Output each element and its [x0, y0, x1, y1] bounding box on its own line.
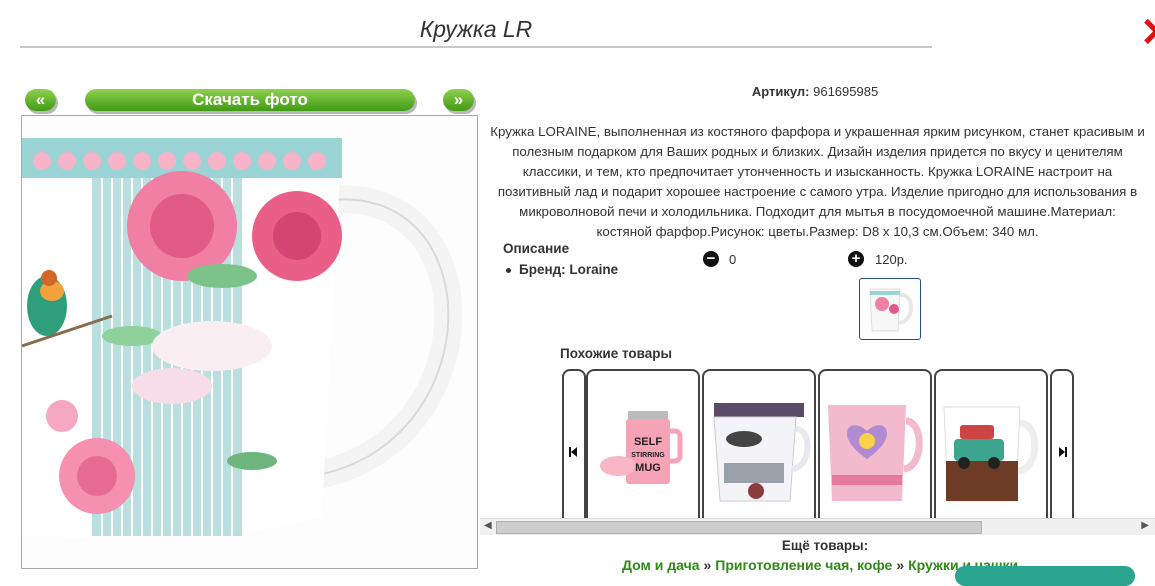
quantity-value: 0 — [729, 252, 737, 267]
bullet-icon — [506, 267, 511, 273]
brand-item: Бренд: Loraine — [506, 262, 618, 277]
close-icon[interactable]: ✕ — [1140, 13, 1155, 53]
download-photo-button[interactable]: Скачать фото — [85, 89, 415, 111]
scroll-left-icon[interactable]: ◀ — [484, 520, 492, 531]
breadcrumb-tea-coffee[interactable]: Приготовление чая, кофе — [715, 557, 892, 573]
minus-icon[interactable]: − — [703, 251, 719, 267]
similar-products-carousel: SELF STIRRING MUG — [562, 369, 1074, 521]
similar-products-title: Похожие товары — [560, 346, 673, 361]
brand-label: Бренд: Loraine — [519, 262, 619, 277]
price-value: 120р. — [875, 252, 908, 267]
product-description: Кружка LORAINE, выполненная из костяного… — [490, 124, 1145, 239]
more-products-label: Ещё товары: — [781, 538, 869, 553]
next-arrow-icon[interactable] — [1050, 369, 1074, 521]
article-label: Артикул: — [751, 84, 810, 99]
svg-text:MUG: MUG — [635, 462, 661, 474]
breadcrumb-separator: » — [703, 557, 712, 573]
similar-item-cafe-car-mug[interactable] — [702, 369, 816, 521]
prev-photo-button[interactable]: « — [25, 89, 56, 111]
horizontal-scrollbar[interactable]: ◀ ▶ — [480, 518, 1155, 535]
product-thumbnail[interactable] — [859, 278, 921, 340]
product-photo — [21, 115, 478, 569]
scrollbar-thumb[interactable] — [496, 521, 982, 534]
page-title: Кружка LR — [20, 16, 932, 48]
breadcrumb-separator: » — [896, 557, 905, 573]
plus-icon[interactable]: + — [848, 251, 864, 267]
svg-text:STIRRING: STIRRING — [631, 452, 665, 459]
similar-item-heart-mug[interactable] — [818, 369, 932, 521]
next-photo-button[interactable]: » — [443, 89, 474, 111]
svg-text:SELF: SELF — [634, 436, 662, 448]
similar-item-self-stirring-mug[interactable]: SELF STIRRING MUG — [586, 369, 700, 521]
article-number: Артикул: 961695985 — [700, 84, 930, 99]
chat-widget-tab[interactable] — [955, 566, 1135, 586]
similar-item-cafe-mug[interactable] — [934, 369, 1048, 521]
scroll-right-icon[interactable]: ▶ — [1141, 520, 1149, 531]
first-arrow-icon[interactable] — [562, 369, 586, 521]
article-value: 961695985 — [813, 84, 879, 99]
breadcrumb-home-garden[interactable]: Дом и дача — [622, 557, 700, 573]
description-heading: Описание — [503, 241, 570, 256]
